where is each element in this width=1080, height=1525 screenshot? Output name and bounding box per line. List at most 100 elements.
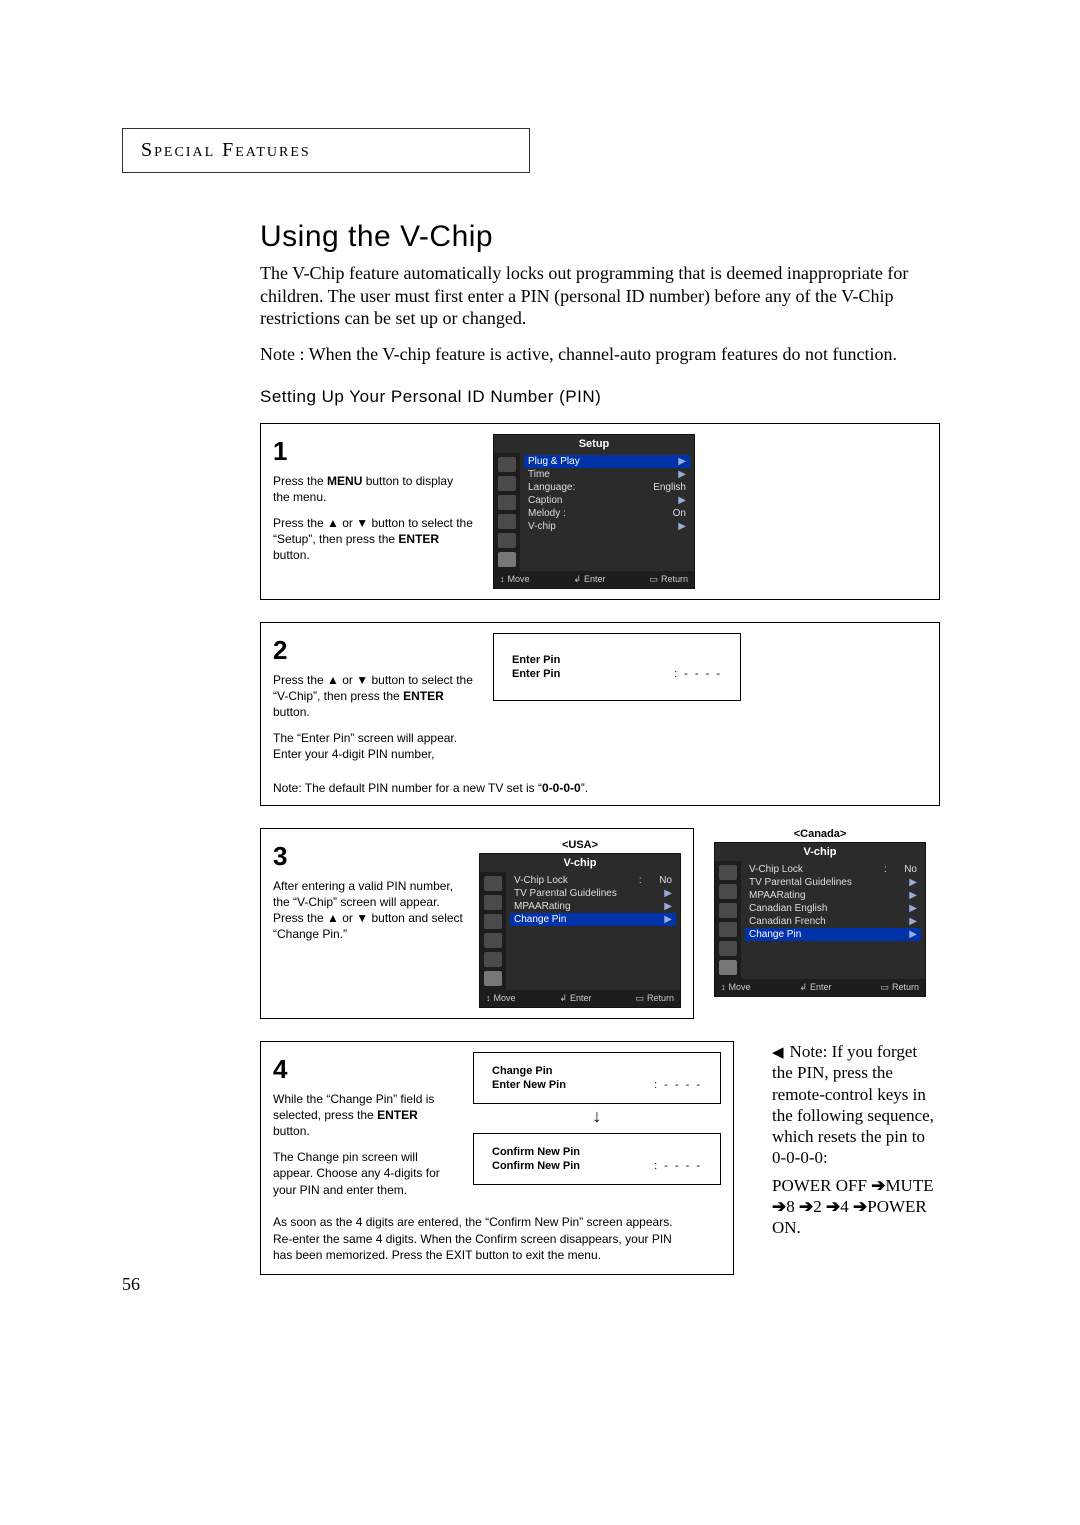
label: Return [661, 574, 688, 584]
osd-item-vchip: V-chip▶ [524, 520, 690, 533]
enter-button-label: ENTER [377, 1108, 418, 1122]
change-pin-title: Change Pin [492, 1065, 702, 1077]
intro-paragraph: The V-Chip feature automatically locks o… [260, 262, 940, 330]
chevron-right-icon: ▶ [678, 456, 686, 467]
down-arrow-icon [356, 911, 368, 925]
text: button. [273, 705, 310, 719]
label: TV Parental Guidelines [514, 888, 617, 899]
label: Move [508, 574, 530, 584]
label: Change Pin [514, 914, 566, 925]
usa-label: <USA> [479, 839, 681, 851]
seq-power-off: POWER OFF [772, 1176, 867, 1195]
enter-pin-box: Enter Pin Enter Pin: - - - - [493, 633, 741, 701]
change-pin-box: Change Pin Enter New Pin: - - - - [473, 1052, 721, 1104]
enter-button-label: ENTER [403, 689, 444, 703]
step-2-container: 2 Press the or button to select the “V-C… [260, 622, 940, 806]
osd-item-mpaa: MPAARating▶ [745, 889, 921, 902]
up-arrow-icon [327, 911, 339, 925]
osd-icon [498, 533, 516, 548]
step-3-usa-osd: <USA> V-chip [479, 839, 681, 1008]
label: MPAARating [514, 901, 571, 912]
label: Confirm New Pin [492, 1146, 580, 1158]
step-4-text: 4 While the “Change Pin” field is select… [273, 1052, 453, 1208]
step-4-osd-column: Change Pin Enter New Pin: - - - - ↓ Conf… [473, 1052, 721, 1208]
value: No [904, 864, 917, 875]
label: Enter [810, 982, 832, 992]
chevron-right-icon: ▶ [678, 495, 686, 506]
label: V-Chip Lock [514, 875, 568, 886]
osd-item-mpaa: MPAARating ▶ [510, 900, 676, 913]
enter-button-label: ENTER [398, 532, 439, 546]
step-2-text: 2 Press the or button to select the “V-C… [273, 633, 473, 773]
seq-8: 8 [786, 1197, 795, 1216]
step-1-p2: Press the or button to select the “Setup… [273, 515, 473, 564]
label: Move [729, 982, 751, 992]
label: Canadian French [749, 916, 826, 927]
osd-footer-move: ↕ Move [486, 993, 516, 1004]
osd-category-icons [480, 872, 506, 990]
pin-dots: : - - - - [654, 1079, 702, 1091]
canada-label: <Canada> [714, 828, 926, 840]
page-content: Using the V-Chip The V-Chip feature auto… [260, 220, 940, 1275]
text: or [339, 516, 356, 530]
osd-vchip-canada: V-chip V-Chip Lock: No TV Paren [714, 842, 926, 997]
step-3-canada-osd: <Canada> V-chip V-Chip Lock [714, 828, 926, 1019]
value: English [653, 482, 686, 493]
step-4-p2: The Change pin screen will appear. Choos… [273, 1149, 453, 1198]
chevron-right-icon: ▶ [664, 914, 672, 925]
page-number: 56 [122, 1274, 140, 1295]
osd-icon [719, 903, 737, 918]
text: or [339, 673, 356, 687]
step-2-osd: Enter Pin Enter Pin: - - - - [493, 633, 741, 773]
osd-body: Plug & Play▶ Time▶ Language:English Capt… [494, 453, 694, 571]
up-arrow-icon [327, 516, 339, 530]
osd-footer-return: ▭ Return [649, 574, 688, 585]
osd-footer-return: ▭ Return [635, 993, 674, 1004]
step-3-row: 3 After entering a valid PIN number, the… [260, 828, 940, 1019]
colon: : [639, 875, 642, 886]
osd-icon [498, 514, 516, 529]
text: button. [273, 1124, 310, 1138]
chevron-right-icon: ▶ [678, 469, 686, 480]
confirm-pin-box: Confirm New Pin Confirm New Pin: - - - - [473, 1133, 721, 1185]
chevron-right-icon: ▶ [909, 903, 917, 914]
reset-sequence: POWER OFFMUTE824POWER ON. [772, 1175, 940, 1239]
default-pin-note: Note: The default PIN number for a new T… [273, 781, 927, 795]
step-4-p1: While the “Change Pin” field is selected… [273, 1091, 453, 1140]
osd-item-tv-guidelines: TV Parental Guidelines▶ [745, 876, 921, 889]
step-4-row: 4 While the “Change Pin” field is select… [260, 1041, 940, 1276]
step-2-number: 2 [273, 633, 473, 668]
arrow-right-icon [822, 1197, 841, 1216]
confirm-new-pin-field: Confirm New Pin: - - - - [492, 1160, 702, 1172]
osd-body: V-Chip Lock: No TV Parental Guidelines▶ … [715, 861, 925, 979]
osd-icon [498, 457, 516, 472]
osd-footer-enter: ↲ Enter [573, 574, 605, 585]
osd-icon [484, 876, 502, 891]
osd-item-time: Time ▶ [524, 468, 690, 481]
chevron-right-icon: ▶ [909, 929, 917, 940]
osd-icon-selected [498, 552, 516, 567]
osd-item-change-pin: Change Pin ▶ [510, 913, 676, 926]
arrow-right-icon [772, 1197, 786, 1216]
enter-pin-field: Enter Pin: - - - - [512, 668, 722, 680]
label: Enter Pin [512, 654, 560, 666]
step-1-text: 1 Press the MENU button to display the m… [273, 434, 473, 589]
osd-body: V-Chip Lock: No TV Parental Guidelines▶ … [480, 872, 680, 990]
osd-title: V-chip [480, 854, 680, 872]
menu-button-label: MENU [327, 474, 362, 488]
label: Melody : [528, 508, 566, 519]
label: Time [528, 469, 550, 480]
osd-icon [484, 952, 502, 967]
step-3-text: 3 After entering a valid PIN number, the… [273, 839, 463, 1008]
down-arrow-icon [356, 516, 368, 530]
pin-dots: : - - - - [654, 1160, 702, 1172]
chevron-right-icon: ▶ [664, 901, 672, 912]
manual-page: Special Features Using the V-Chip The V-… [0, 0, 1080, 1335]
chevron-right-icon: ▶ [678, 521, 686, 532]
osd-icon [484, 933, 502, 948]
label: TV Parental Guidelines [749, 877, 852, 888]
active-note: Note : When the V-chip feature is active… [260, 344, 940, 365]
text: or [339, 911, 356, 925]
chevron-right-icon: ▶ [909, 916, 917, 927]
text: Press the [273, 516, 327, 530]
